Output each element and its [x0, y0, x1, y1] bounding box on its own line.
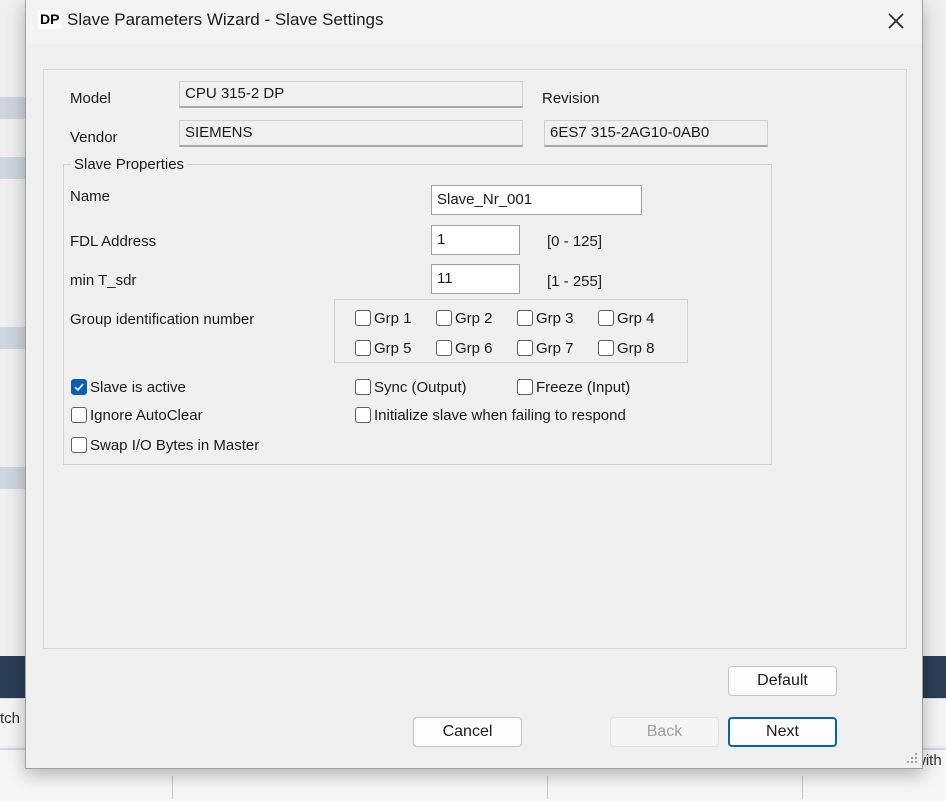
- model-label: Model: [70, 90, 111, 107]
- slave-active-checkbox[interactable]: Slave is active: [71, 377, 186, 397]
- swap-io-checkbox[interactable]: Swap I/O Bytes in Master: [71, 435, 259, 455]
- fdl-range-label: [0 - 125]: [547, 233, 603, 250]
- next-button[interactable]: Next: [728, 717, 837, 747]
- grp-3-checkbox[interactable]: Grp 3: [517, 308, 574, 328]
- resize-grip-icon[interactable]: [906, 752, 918, 764]
- ignore-autoclear-checkbox[interactable]: Ignore AutoClear: [71, 405, 203, 425]
- grp-4-label: Grp 4: [617, 309, 655, 327]
- checkbox-box: [71, 407, 87, 423]
- order-number-field: 6ES7 315-2AG10-0AB0: [544, 120, 768, 147]
- vendor-field: SIEMENS: [179, 120, 523, 147]
- sync-output-checkbox[interactable]: Sync (Output): [355, 377, 467, 397]
- default-button[interactable]: Default: [728, 666, 837, 696]
- slave-active-label: Slave is active: [90, 378, 186, 396]
- checkbox-box: [517, 340, 533, 356]
- bg-left-text: tch: [0, 710, 21, 727]
- app-icon: DP: [38, 10, 62, 29]
- checkbox-box-checked: [71, 379, 87, 395]
- checkmark-icon: [74, 383, 84, 392]
- tsdr-range-label: [1 - 255]: [547, 273, 603, 290]
- tsdr-label: min T_sdr: [70, 272, 137, 289]
- checkbox-box: [517, 379, 533, 395]
- window-title: Slave Parameters Wizard - Slave Settings: [67, 10, 384, 29]
- checkbox-box: [436, 340, 452, 356]
- grp-7-label: Grp 7: [536, 339, 574, 357]
- grp-2-label: Grp 2: [455, 309, 493, 327]
- init-slave-checkbox[interactable]: Initialize slave when failing to respond: [355, 405, 626, 425]
- grp-8-checkbox[interactable]: Grp 8: [598, 338, 655, 358]
- grp-1-label: Grp 1: [374, 309, 412, 327]
- freeze-input-label: Freeze (Input): [536, 378, 631, 396]
- bg-grid-line: [802, 776, 803, 799]
- sync-output-label: Sync (Output): [374, 378, 467, 396]
- close-icon: [888, 13, 904, 29]
- checkbox-box: [598, 340, 614, 356]
- ignore-autoclear-label: Ignore AutoClear: [90, 406, 203, 424]
- checkbox-box: [355, 340, 371, 356]
- back-button[interactable]: Back: [610, 717, 719, 747]
- slave-properties-title: Slave Properties: [71, 156, 188, 173]
- swap-io-label: Swap I/O Bytes in Master: [90, 436, 260, 454]
- fdl-address-label: FDL Address: [70, 233, 157, 250]
- model-field: CPU 315-2 DP: [179, 81, 523, 108]
- init-slave-label: Initialize slave when failing to respond: [374, 406, 626, 424]
- checkbox-box: [436, 310, 452, 326]
- checkbox-box: [517, 310, 533, 326]
- close-button[interactable]: [874, 4, 918, 38]
- cancel-button[interactable]: Cancel: [413, 717, 522, 747]
- grp-3-label: Grp 3: [536, 309, 574, 327]
- grp-2-checkbox[interactable]: Grp 2: [436, 308, 493, 328]
- freeze-input-checkbox[interactable]: Freeze (Input): [517, 377, 630, 397]
- title-bar[interactable]: DP Slave Parameters Wizard - Slave Setti…: [26, 0, 922, 44]
- checkbox-box: [355, 310, 371, 326]
- grp-1-checkbox[interactable]: Grp 1: [355, 308, 412, 328]
- checkbox-box: [355, 379, 371, 395]
- grp-8-label: Grp 8: [617, 339, 655, 357]
- name-label: Name: [70, 188, 111, 205]
- grp-7-checkbox[interactable]: Grp 7: [517, 338, 574, 358]
- grp-6-label: Grp 6: [455, 339, 493, 357]
- checkbox-box: [355, 407, 371, 423]
- checkbox-box: [598, 310, 614, 326]
- fdl-address-input[interactable]: 1: [431, 225, 520, 255]
- grp-6-checkbox[interactable]: Grp 6: [436, 338, 493, 358]
- bg-grid-line: [547, 776, 548, 799]
- vendor-label: Vendor: [70, 129, 118, 146]
- group-id-label: Group identification number: [70, 311, 255, 328]
- name-input[interactable]: Slave_Nr_001: [431, 185, 642, 215]
- slave-settings-dialog: DP Slave Parameters Wizard - Slave Setti…: [25, 0, 923, 769]
- grp-4-checkbox[interactable]: Grp 4: [598, 308, 655, 328]
- grp-5-label: Grp 5: [374, 339, 412, 357]
- bg-grid-line: [172, 776, 173, 799]
- tsdr-input[interactable]: 11: [431, 264, 520, 294]
- grp-5-checkbox[interactable]: Grp 5: [355, 338, 412, 358]
- revision-label: Revision: [542, 90, 600, 107]
- checkbox-box: [71, 437, 87, 453]
